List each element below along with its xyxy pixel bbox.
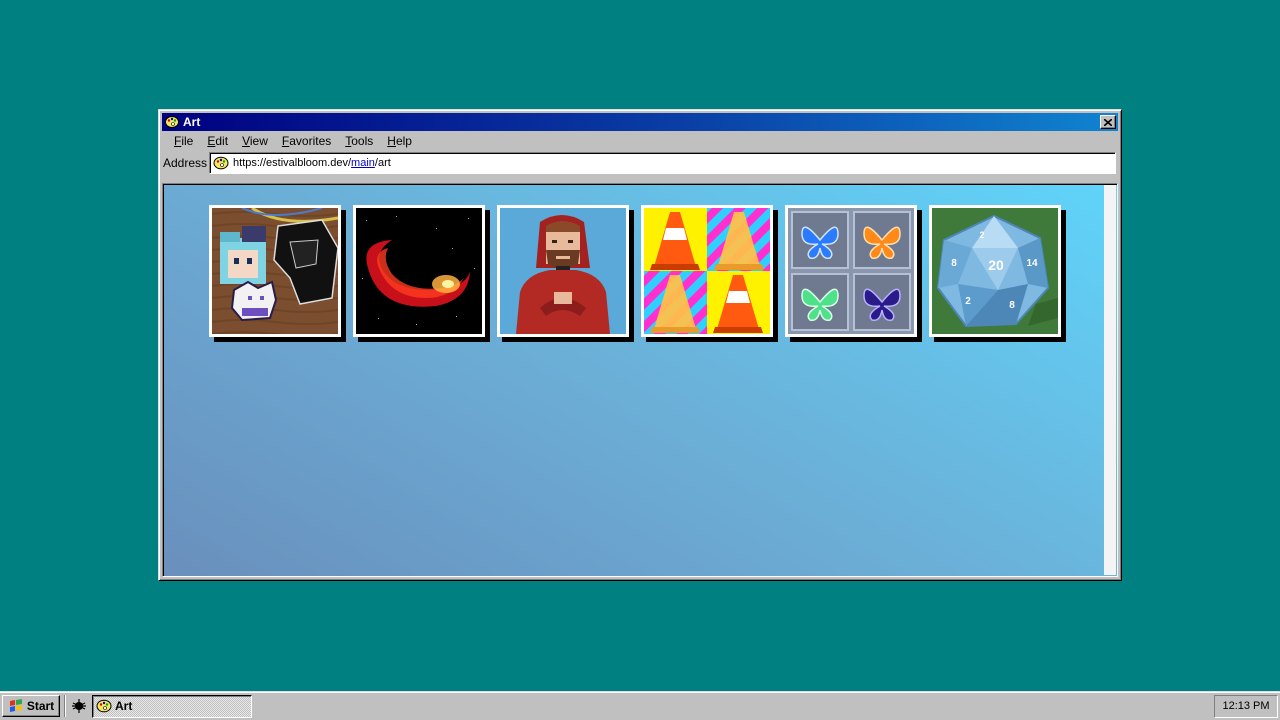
start-label: Start	[26, 699, 55, 713]
address-bar: Address https://estivalbloom.dev/main/ar…	[162, 151, 1118, 175]
butterfly-grid-artwork[interactable]	[785, 205, 917, 337]
address-suffix: /art	[374, 157, 391, 169]
art-gallery: 20 8 14 2 2 8	[209, 205, 1061, 337]
system-tray-clock[interactable]: 12:13 PM	[1214, 694, 1278, 718]
menu-edit[interactable]: Edit	[201, 134, 236, 148]
svg-text:8: 8	[951, 258, 957, 269]
d20-dice-artwork[interactable]: 20 8 14 2 2 8	[929, 205, 1061, 337]
menu-view-label: View	[242, 134, 268, 148]
browser-window: Art File Edit View Favorites Tools Help …	[158, 109, 1122, 581]
menu-favorites-label: Favorites	[281, 134, 332, 148]
menu-bar: File Edit View Favorites Tools Help	[162, 131, 1118, 151]
taskbar-art-label: Art	[115, 699, 133, 713]
svg-text:2: 2	[965, 296, 971, 307]
menu-tools-label: Tools	[345, 134, 374, 148]
palette-icon	[213, 156, 229, 170]
perler-bead-characters-artwork[interactable]	[209, 205, 341, 337]
menu-help-label: Help	[387, 134, 412, 148]
scroll-area[interactable]	[1104, 185, 1116, 575]
address-input[interactable]: https://estivalbloom.dev/main/art	[209, 152, 1116, 174]
taskbar-separator	[64, 695, 66, 717]
menu-view[interactable]: View	[236, 134, 276, 148]
red-galaxy-swirl-artwork[interactable]	[353, 205, 485, 337]
palette-icon	[96, 699, 112, 713]
taskbar-art-button[interactable]: Art	[92, 694, 252, 718]
quick-launch-button[interactable]	[70, 697, 88, 715]
menu-tools[interactable]: Tools	[339, 134, 381, 148]
red-hoodie-portrait-artwork[interactable]	[497, 205, 629, 337]
svg-text:8: 8	[1009, 300, 1015, 311]
close-button[interactable]	[1100, 115, 1116, 129]
clock-text: 12:13 PM	[1222, 700, 1270, 712]
bug-icon	[72, 699, 86, 713]
menu-edit-label: Edit	[207, 134, 229, 148]
svg-text:20: 20	[988, 257, 1004, 273]
start-button[interactable]: Start	[2, 695, 60, 717]
svg-text:2: 2	[979, 230, 984, 240]
palette-icon	[165, 115, 179, 129]
menu-favorites[interactable]: Favorites	[276, 134, 339, 148]
traffic-cones-pop-art-artwork[interactable]	[641, 205, 773, 337]
window-title: Art	[183, 115, 201, 129]
menu-help[interactable]: Help	[381, 134, 420, 148]
title-bar[interactable]: Art	[162, 113, 1118, 131]
taskbar: Start Art 12:13 PM	[0, 691, 1280, 720]
menu-file-label: File	[174, 134, 194, 148]
address-link-main[interactable]: main	[351, 157, 375, 169]
close-icon	[1104, 118, 1112, 126]
address-prefix: https://estivalbloom.dev/	[233, 157, 352, 169]
windows-logo-icon	[9, 699, 22, 712]
address-label: Address	[163, 156, 208, 170]
svg-text:14: 14	[1026, 258, 1038, 269]
page-content: 20 8 14 2 2 8	[162, 183, 1118, 577]
menu-file[interactable]: File	[168, 134, 201, 148]
